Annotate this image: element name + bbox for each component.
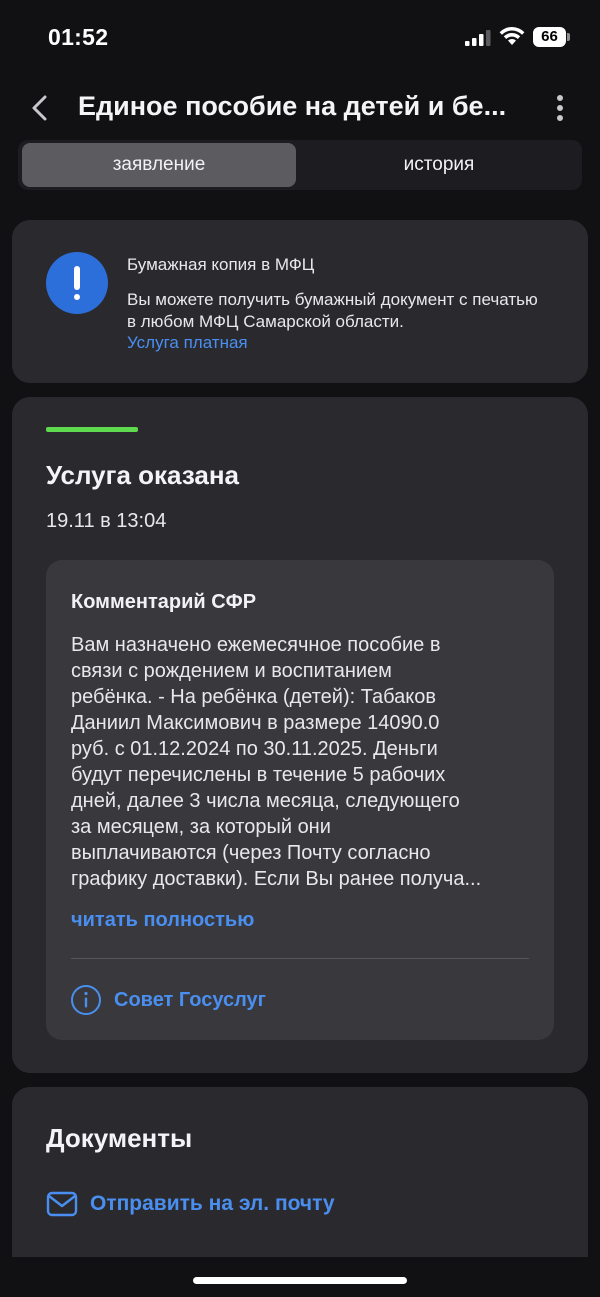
comment-line: Вам назначено ежемесячное пособие в bbox=[71, 634, 441, 656]
info-icon[interactable] bbox=[70, 984, 102, 1016]
wifi-icon bbox=[499, 27, 525, 45]
send-email-button[interactable]: Отправить на эл. почту bbox=[90, 1192, 335, 1216]
notice-text: Вы можете получить бумажный документ с п… bbox=[127, 290, 538, 331]
gosuslugi-advice-link[interactable]: Совет Госуслуг bbox=[114, 989, 266, 1012]
battery-level: 66 bbox=[541, 28, 558, 45]
tab-application[interactable]: заявление bbox=[22, 143, 296, 187]
status-time: 01:52 bbox=[48, 24, 109, 50]
paper-copy-notice-card: Бумажная копия в МФЦ Вы можете получить … bbox=[12, 220, 588, 383]
comment-text: Вам назначено ежемесячное пособие в связ… bbox=[71, 632, 533, 892]
status-title: Услуга оказана bbox=[46, 460, 240, 490]
comment-line: руб. с 01.12.2024 по 30.11.2025. Деньги bbox=[71, 738, 438, 760]
battery-icon: 66 bbox=[533, 27, 571, 47]
comment-line: дней, далее 3 числа месяца, следующего bbox=[71, 790, 460, 812]
segmented-tabs: заявление история bbox=[18, 140, 582, 190]
comment-line: за месяцем, за который они bbox=[71, 816, 331, 838]
status-indicator-bar bbox=[46, 427, 138, 432]
tab-history[interactable]: история bbox=[300, 143, 578, 187]
comment-line: Даниил Максимович в размере 14090.0 bbox=[71, 712, 440, 734]
service-status-card: Услуга оказана 19.11 в 13:04 Комментарий… bbox=[12, 397, 588, 1073]
more-vertical-icon[interactable] bbox=[548, 92, 572, 124]
notice-title: Бумажная копия в МФЦ bbox=[127, 255, 315, 274]
documents-card: Документы Отправить на эл. почту bbox=[12, 1087, 588, 1257]
comment-line: связи с рождением и воспитанием bbox=[71, 660, 392, 682]
app-header: Единое пособие на детей и бе... bbox=[0, 80, 600, 136]
page-title: Единое пособие на детей и бе... bbox=[78, 91, 507, 121]
comment-title: Комментарий СФР bbox=[71, 591, 257, 613]
comment-line: выплачиваются (через Почту согласно bbox=[71, 842, 431, 864]
divider bbox=[71, 958, 529, 959]
home-indicator[interactable] bbox=[193, 1277, 407, 1284]
sfr-comment-box: Комментарий СФР Вам назначено ежемесячно… bbox=[46, 560, 554, 1040]
chevron-left-icon[interactable] bbox=[28, 92, 52, 124]
status-bar: 01:52 66 bbox=[0, 0, 600, 76]
read-more-link[interactable]: читать полностью bbox=[71, 909, 254, 932]
comment-line: ребёнка. - На ребёнка (детей): Табаков bbox=[71, 686, 436, 708]
documents-title: Документы bbox=[46, 1123, 193, 1153]
comment-line: будут перечислены в течение 5 рабочих bbox=[71, 764, 446, 786]
paid-service-link[interactable]: Услуга платная bbox=[127, 333, 248, 353]
status-date: 19.11 в 13:04 bbox=[46, 510, 167, 532]
mail-icon[interactable] bbox=[46, 1191, 78, 1217]
signal-icon bbox=[465, 30, 491, 46]
comment-line: графику доставки). Если Вы ранее получа.… bbox=[71, 868, 482, 890]
exclamation-icon bbox=[46, 252, 108, 314]
